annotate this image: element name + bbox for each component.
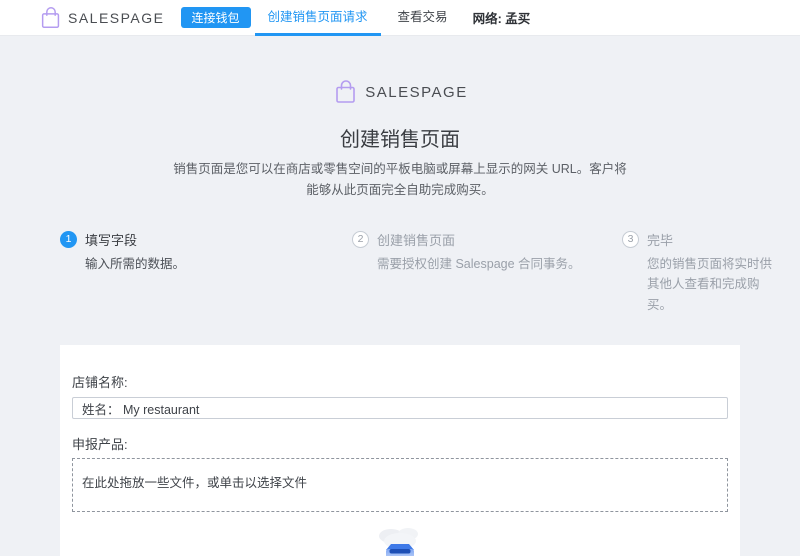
hero-logo: SALESPAGE: [332, 78, 467, 106]
file-dropzone[interactable]: 在此处拖放一些文件，或单击以选择文件: [72, 458, 728, 512]
steps-indicator: 1 填写字段 输入所需的数据。 2 创建销售页面 需要授权创建 Salespag…: [60, 230, 740, 316]
page-subtitle: 销售页面是您可以在商店或零售空间的平板电脑或屏幕上显示的网关 URL。客户将能够…: [169, 159, 631, 202]
network-label: 网络: 孟买: [473, 8, 531, 27]
page-title: 创建销售页面: [0, 123, 800, 152]
step-description: 您的销售页面将实时供其他人查看和完成购买。: [647, 254, 782, 316]
shopping-bag-icon: [332, 78, 360, 106]
shop-name-input[interactable]: [72, 397, 728, 419]
empty-inbox-icon: [377, 523, 423, 556]
tab-create-salespage-request[interactable]: 创建销售页面请求: [255, 0, 381, 36]
step-create-salespage: 2 创建销售页面 需要授权创建 Salespage 合同事务。: [352, 230, 622, 316]
brand-name: SALESPAGE: [365, 84, 467, 101]
step-title: 填写字段: [85, 230, 137, 249]
step-number-badge: 3: [622, 231, 639, 248]
shopping-bag-icon: [38, 5, 64, 31]
create-salespage-form-card: 店铺名称: 申报产品: 在此处拖放一些文件，或单击以选择文件: [60, 345, 740, 556]
connect-wallet-button[interactable]: 连接钱包: [181, 7, 251, 28]
step-done: 3 完毕 您的销售页面将实时供其他人查看和完成购买。: [622, 230, 782, 316]
products-label: 申报产品:: [72, 434, 728, 453]
top-navbar: SALESPAGE 连接钱包 创建销售页面请求 查看交易 网络: 孟买: [0, 0, 800, 36]
step-fill-fields: 1 填写字段 输入所需的数据。: [60, 230, 352, 316]
empty-items-state: 没有项目! 通过上传您的第一个项目的图像开始。: [72, 523, 728, 556]
main-content: SALESPAGE 创建销售页面 销售页面是您可以在商店或零售空间的平板电脑或屏…: [0, 36, 800, 556]
navbar-brand[interactable]: SALESPAGE: [38, 5, 165, 31]
tab-view-transactions[interactable]: 查看交易: [385, 0, 461, 36]
dropzone-text: 在此处拖放一些文件，或单击以选择文件: [82, 476, 307, 490]
brand-name: SALESPAGE: [68, 10, 165, 26]
hero-section: SALESPAGE 创建销售页面 销售页面是您可以在商店或零售空间的平板电脑或屏…: [0, 36, 800, 202]
step-number-badge: 1: [60, 231, 77, 248]
step-description: 输入所需的数据。: [85, 254, 352, 275]
step-number-badge: 2: [352, 231, 369, 248]
step-title: 完毕: [647, 230, 673, 249]
step-title: 创建销售页面: [377, 230, 455, 249]
shop-name-label: 店铺名称:: [72, 372, 728, 391]
step-description: 需要授权创建 Salespage 合同事务。: [377, 254, 622, 275]
